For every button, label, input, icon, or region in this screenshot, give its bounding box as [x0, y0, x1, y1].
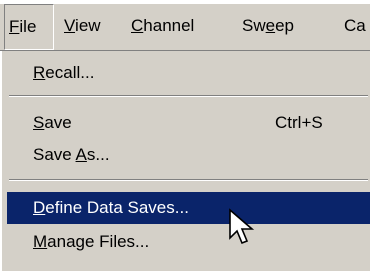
- menu-item-label: Save As...: [33, 145, 110, 164]
- menu-separator: [9, 95, 368, 97]
- menu-item-label: Define Data Saves...: [33, 198, 189, 217]
- menu-item-manage-files[interactable]: Manage Files...: [7, 226, 370, 258]
- menu-item-recall[interactable]: Recall...: [7, 57, 370, 89]
- menu-item-save[interactable]: Save Ctrl+S: [7, 107, 370, 139]
- menu-item-label: Save: [33, 113, 72, 132]
- shortcut-label: Ctrl+S: [275, 113, 323, 132]
- menu-item-label: Manage Files...: [33, 232, 150, 251]
- menu-item-define-data-saves[interactable]: Define Data Saves...: [7, 192, 370, 224]
- screenshot-root: File View Channel Sweep Ca Recall... Sav…: [0, 0, 370, 271]
- menu-view[interactable]: View: [64, 4, 101, 50]
- file-menu-dropdown: Recall... Save Ctrl+S Save As... Define …: [1, 51, 370, 271]
- menu-item-label: Recall...: [33, 63, 95, 82]
- menu-file[interactable]: File: [4, 4, 54, 50]
- menu-ca-truncated[interactable]: Ca: [344, 4, 366, 50]
- arrow-cursor-icon: [229, 208, 255, 245]
- menu-channel[interactable]: Channel: [131, 4, 194, 50]
- menu-item-save-as[interactable]: Save As...: [7, 139, 370, 171]
- menu-separator: [9, 179, 368, 181]
- menu-bar: File View Channel Sweep Ca: [0, 3, 370, 51]
- menu-sweep[interactable]: Sweep: [242, 4, 294, 50]
